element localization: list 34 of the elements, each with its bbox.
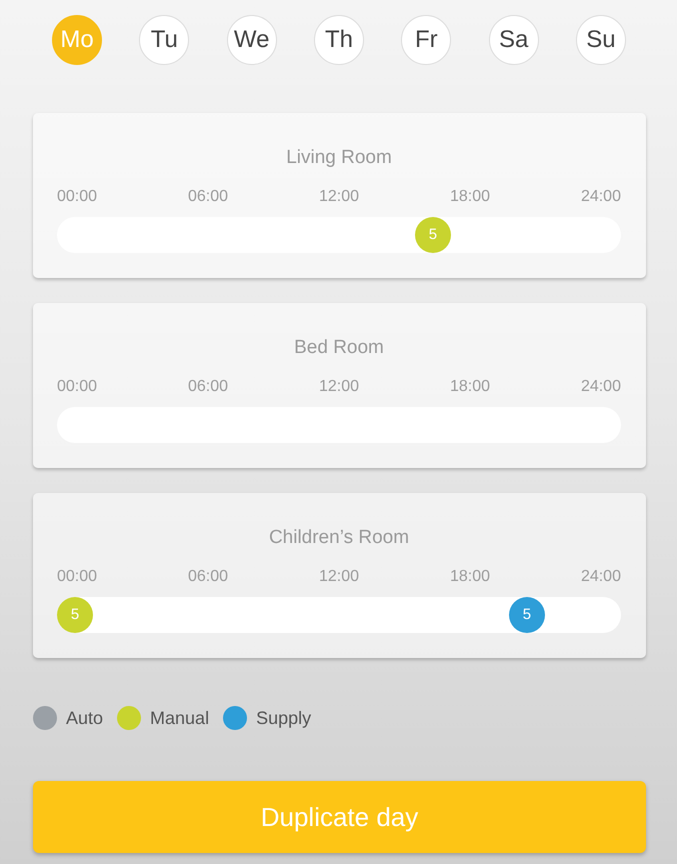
legend-label: Manual xyxy=(150,707,210,730)
time-label: 00:00 xyxy=(57,187,98,207)
legend-label: Supply xyxy=(256,707,312,730)
time-label: 12:00 xyxy=(318,377,360,397)
day-tab[interactable]: We xyxy=(226,15,277,65)
time-label: 06:00 xyxy=(188,187,228,207)
duplicate-day-button[interactable]: Duplicate day xyxy=(33,781,646,853)
time-label: 00:00 xyxy=(57,567,98,587)
day-tab[interactable]: Sa xyxy=(488,15,539,65)
day-tab[interactable]: Su xyxy=(576,15,626,65)
time-label: 12:00 xyxy=(318,567,360,587)
schedule-marker[interactable]: 5 xyxy=(414,217,451,253)
time-label: 24:00 xyxy=(580,187,621,207)
day-tab[interactable]: Tu xyxy=(139,15,190,65)
time-label: 24:00 xyxy=(580,567,621,587)
time-label: 06:00 xyxy=(188,567,228,587)
legend-label: Auto xyxy=(66,707,104,730)
day-tab[interactable]: Th xyxy=(314,15,364,65)
time-label: 24:00 xyxy=(580,377,621,397)
room-title: Bed Room xyxy=(293,336,385,360)
time-label: 18:00 xyxy=(450,377,490,397)
time-label: 12:00 xyxy=(318,187,360,207)
room-title: Living Room xyxy=(285,146,393,170)
day-tab[interactable]: Fr xyxy=(401,15,452,65)
time-label: 18:00 xyxy=(450,567,490,587)
timeline-track[interactable]: 5 xyxy=(57,217,621,253)
timeline-track[interactable]: 5 5 xyxy=(57,597,621,633)
time-label: 18:00 xyxy=(450,187,490,207)
schedule-marker[interactable]: 5 xyxy=(57,597,93,633)
schedule-marker[interactable]: 5 xyxy=(508,597,545,633)
room-title: Children’s Room xyxy=(268,526,410,550)
time-label: 06:00 xyxy=(188,377,228,397)
time-label: 00:00 xyxy=(57,377,98,397)
day-tab[interactable]: Mo xyxy=(52,15,102,65)
